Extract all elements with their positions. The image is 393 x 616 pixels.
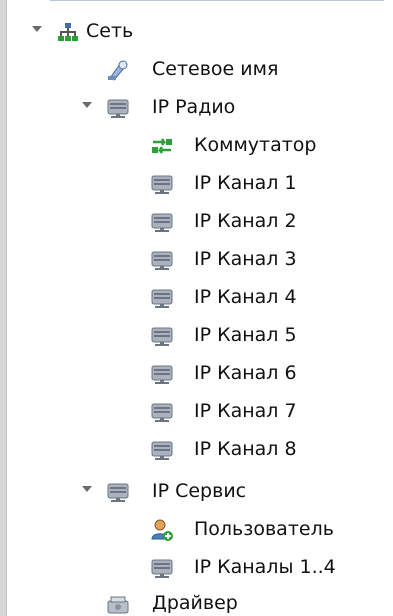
tree-item-label: Пользователь bbox=[194, 518, 334, 540]
tree-view: Сеть Сетевое имя IP Радио Коммутатор IP … bbox=[0, 0, 393, 616]
tree-item-label: IP Радио bbox=[152, 96, 236, 118]
expand-arrow-icon[interactable] bbox=[82, 102, 92, 108]
tree-item-label: Сетевое имя bbox=[152, 58, 279, 80]
tree-item-label: IP Сервис bbox=[152, 480, 247, 502]
server-icon bbox=[150, 400, 174, 424]
network-name-icon bbox=[106, 58, 130, 82]
server-icon bbox=[150, 438, 174, 462]
tree-panel: Сеть Сетевое имя IP Радио Коммутатор IP … bbox=[0, 0, 393, 616]
tree-item-label: IP Канал 1 bbox=[194, 172, 297, 194]
tree-item-label: IP Канал 5 bbox=[194, 324, 297, 346]
tree-item-user[interactable]: Пользователь bbox=[0, 512, 393, 548]
server-icon bbox=[150, 286, 174, 310]
tree-item-ip-channel-1[interactable]: IP Канал 1 bbox=[0, 166, 393, 202]
server-icon bbox=[150, 362, 174, 386]
tree-item-label: IP Канал 7 bbox=[194, 400, 297, 422]
tree-item-ip-channel-3[interactable]: IP Канал 3 bbox=[0, 242, 393, 278]
tree-item-label: IP Канал 6 bbox=[194, 362, 297, 384]
tree-item-label: IP Каналы 1..4 bbox=[194, 556, 336, 578]
tree-item-label: IP Канал 8 bbox=[194, 438, 297, 460]
tree-item-switch[interactable]: Коммутатор bbox=[0, 128, 393, 164]
expand-arrow-icon[interactable] bbox=[82, 486, 92, 492]
tree-item-label: Драйвер bbox=[152, 592, 238, 614]
tree-item-network[interactable]: Сеть bbox=[0, 14, 393, 50]
tree-item-label: IP Канал 3 bbox=[194, 248, 297, 270]
tree-item-driver[interactable]: Драйвер bbox=[0, 586, 393, 616]
tree-item-ip-channel-4[interactable]: IP Канал 4 bbox=[0, 280, 393, 316]
user-add-icon bbox=[150, 518, 174, 542]
server-icon bbox=[150, 324, 174, 348]
server-icon bbox=[106, 96, 130, 120]
server-icon bbox=[150, 556, 174, 580]
tree-item-label: Коммутатор bbox=[194, 134, 317, 156]
tree-item-ip-channels-1-4[interactable]: IP Каналы 1..4 bbox=[0, 550, 393, 586]
tree-item-ip-radio[interactable]: IP Радио bbox=[0, 90, 393, 126]
driver-icon bbox=[106, 592, 130, 616]
tree-item-ip-channel-8[interactable]: IP Канал 8 bbox=[0, 432, 393, 468]
server-icon bbox=[106, 480, 130, 504]
tree-item-ip-channel-6[interactable]: IP Канал 6 bbox=[0, 356, 393, 392]
server-icon bbox=[150, 248, 174, 272]
network-icon bbox=[56, 20, 80, 44]
tree-item-ip-channel-5[interactable]: IP Канал 5 bbox=[0, 318, 393, 354]
tree-item-label: IP Канал 4 bbox=[194, 286, 297, 308]
tree-item-network-name[interactable]: Сетевое имя bbox=[0, 52, 393, 88]
tree-item-label: IP Канал 2 bbox=[194, 210, 297, 232]
server-icon bbox=[150, 210, 174, 234]
tree-item-ip-channel-2[interactable]: IP Канал 2 bbox=[0, 204, 393, 240]
tree-item-ip-service[interactable]: IP Сервис bbox=[0, 474, 393, 510]
tree-item-ip-channel-7[interactable]: IP Канал 7 bbox=[0, 394, 393, 430]
expand-arrow-icon[interactable] bbox=[32, 26, 42, 32]
tree-item-label: Сеть bbox=[86, 20, 134, 42]
switch-icon bbox=[150, 134, 174, 158]
server-icon bbox=[150, 172, 174, 196]
